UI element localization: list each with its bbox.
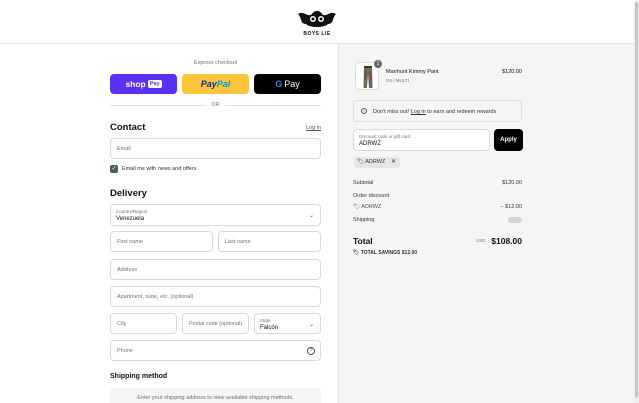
city-placeholder: City (117, 321, 127, 327)
last-name-field[interactable]: Last name (218, 231, 321, 252)
city-field[interactable]: City (110, 313, 177, 334)
email-field[interactable]: Email (110, 138, 321, 159)
remove-discount-icon[interactable]: ✕ (391, 157, 396, 168)
order-discount-amount: − $12.00 (500, 204, 522, 210)
address-placeholder: Address (117, 267, 138, 273)
subtotal-value: $120.00 (502, 180, 522, 186)
login-link[interactable]: Log in (290, 125, 321, 131)
apartment-placeholder: Apartment, suite, etc. (optional) (117, 294, 194, 300)
logo-mark-icon (298, 11, 336, 27)
last-name-placeholder: Last name (225, 239, 251, 245)
discount-code-field[interactable]: Discount code or gift card ADRWZ (353, 129, 490, 151)
google-g-icon: G (275, 79, 283, 89)
rewards-banner: i Don't miss out! Log in to earn and red… (353, 100, 522, 122)
state-value: Falcón (260, 325, 279, 331)
shop-pay-tag: Pay (147, 80, 162, 88)
chevron-down-icon: ⌄ (308, 213, 314, 219)
scrollbar-thumb[interactable] (635, 2, 638, 398)
rewards-prefix: Don't miss out! (373, 109, 411, 115)
address-field[interactable]: Address (110, 259, 321, 280)
country-label: Country/Region (116, 209, 148, 214)
quantity-badge: 1 (374, 60, 382, 68)
shipping-method-message: Enter your shipping address to view avai… (110, 388, 321, 403)
chevron-down-icon: ⌄ (308, 322, 314, 328)
shop-pay-label: shop (125, 79, 146, 89)
country-value: Venezuela (116, 216, 145, 222)
paypal-pay-text: Pay (200, 79, 217, 89)
apartment-field[interactable]: Apartment, suite, etc. (optional) (110, 286, 321, 307)
phone-field[interactable]: Phone ? (110, 340, 321, 361)
header: BOYS LIE (0, 0, 639, 44)
total-savings-label: TOTAL SAVINGS (360, 250, 401, 256)
email-placeholder: Email (117, 146, 131, 152)
postal-code-placeholder: Postal code (optional) (189, 321, 243, 327)
newsletter-label: Email me with news and offers (122, 166, 197, 172)
total-value: $108.00 (491, 236, 522, 246)
postal-code-field[interactable]: Postal code (optional) (182, 313, 249, 334)
country-select[interactable]: Country/Region Venezuela ⌄ (110, 204, 321, 226)
total-savings: 🏷 TOTAL SAVINGS $12.00 (353, 250, 417, 256)
order-discount-code: ADRWZ (361, 204, 382, 210)
delivery-title: Delivery (110, 188, 147, 199)
order-discount-code-row: 🏷 ADRWZ (353, 204, 381, 210)
order-discount-label: Order discount (353, 193, 390, 199)
tag-icon: 🏷 (357, 159, 364, 165)
shipping-pending-indicator (508, 217, 522, 223)
phone-placeholder: Phone (117, 348, 133, 354)
product-variant: XS / MULTI (386, 78, 409, 83)
shipping-method-title: Shipping method (110, 373, 168, 380)
product-price: $120.00 (502, 69, 522, 75)
total-currency: USD (476, 238, 486, 243)
discount-code-label: Discount code or gift card (359, 134, 411, 139)
info-icon: i (361, 108, 367, 114)
paypal-pal-text: Pal (216, 79, 231, 89)
logo-text: BOYS LIE (303, 31, 331, 37)
shop-pay-button[interactable]: shop Pay (110, 74, 177, 94)
first-name-field[interactable]: First name (110, 231, 213, 252)
brand-logo[interactable]: BOYS LIE (294, 8, 340, 38)
paypal-button[interactable]: Pay Pal (182, 74, 249, 94)
newsletter-checkbox[interactable]: ✓ (110, 165, 118, 173)
google-pay-label: Pay (284, 79, 300, 89)
help-icon[interactable]: ? (307, 347, 315, 355)
apply-button[interactable]: Apply (494, 129, 523, 151)
tag-icon: 🏷 (353, 250, 360, 256)
contact-title: Contact (110, 122, 146, 133)
first-name-placeholder: First name (117, 239, 143, 245)
or-divider-text: OR (206, 102, 225, 108)
pant-image-icon (363, 66, 373, 88)
express-checkout-title: Express checkout (193, 60, 238, 66)
rewards-suffix: to earn and redeem rewards (425, 109, 497, 115)
tag-icon: 🏷 (353, 204, 360, 210)
order-summary-panel (338, 44, 639, 403)
total-label: Total (353, 236, 373, 246)
state-select[interactable]: State Falcón ⌄ (254, 313, 321, 334)
total-savings-value: $12.00 (401, 250, 418, 256)
shipping-label: Shipping (353, 217, 375, 223)
applied-discount-code: ADRWZ (365, 159, 386, 165)
google-pay-button[interactable]: G Pay (254, 74, 321, 94)
rewards-text: Don't miss out! Log in to earn and redee… (373, 109, 496, 115)
product-name: Manhunt Kimmy Pant (386, 69, 439, 75)
state-label: State (260, 318, 271, 323)
applied-discount-chip: 🏷 ADRWZ ✕ (354, 157, 400, 168)
subtotal-label: Subtotal (353, 180, 374, 186)
discount-code-value: ADRWZ (359, 141, 381, 147)
rewards-login-link[interactable]: Log in (411, 109, 426, 115)
page-scrollbar[interactable] (634, 0, 639, 403)
